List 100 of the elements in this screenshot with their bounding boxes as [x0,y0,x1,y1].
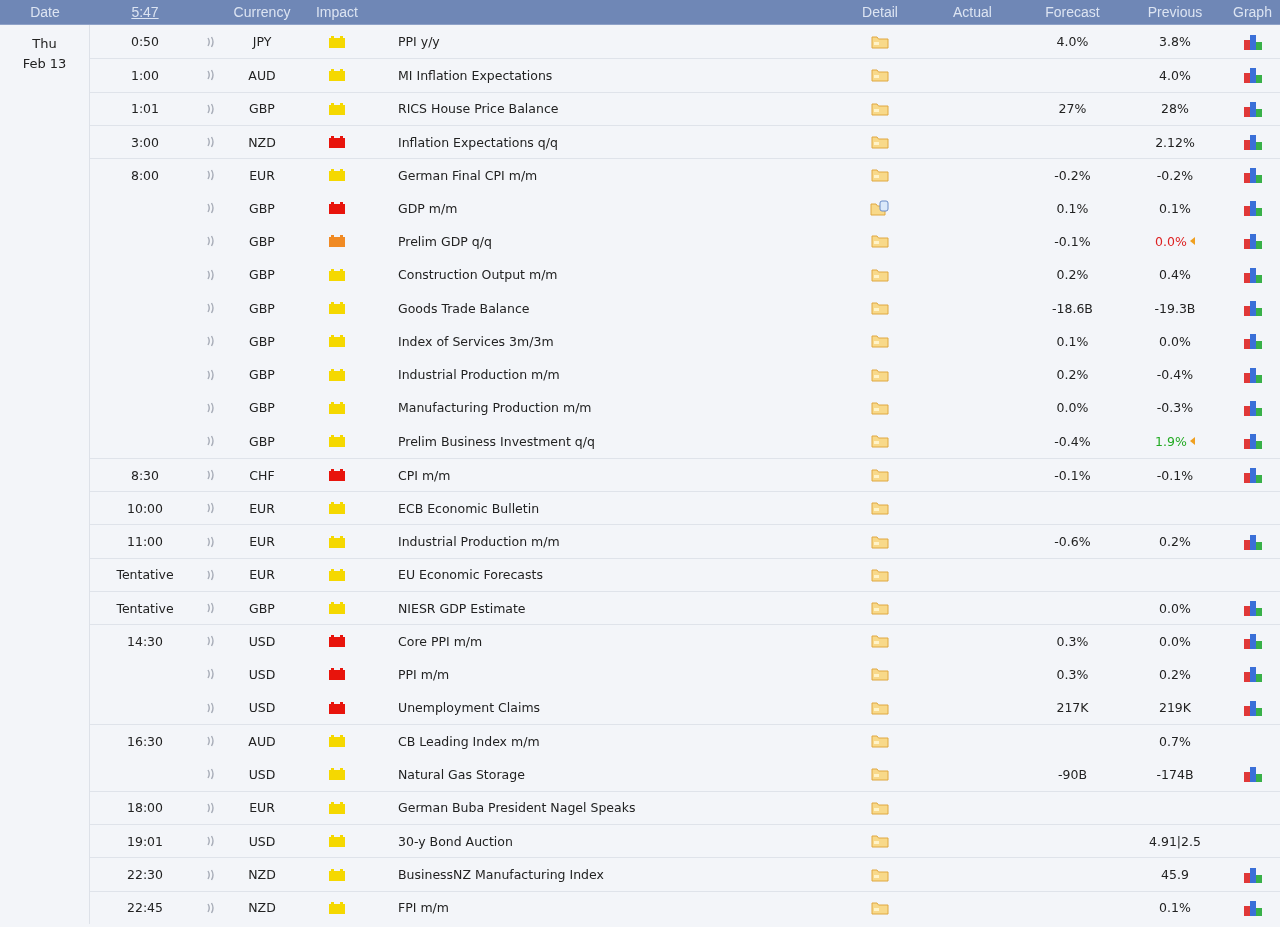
bar-chart-icon[interactable] [1242,633,1263,650]
bar-chart-icon[interactable] [1242,866,1263,883]
sound-icon[interactable] [207,568,215,581]
sound-icon[interactable] [207,602,215,615]
folder-icon[interactable] [871,135,889,150]
event-name[interactable]: 30-y Bond Auction [398,833,513,849]
folder-icon[interactable] [871,567,889,582]
sound-icon[interactable] [207,901,215,914]
bar-chart-icon[interactable] [1242,233,1263,250]
sound-icon[interactable] [207,701,215,714]
event-name[interactable]: CB Leading Index m/m [398,733,540,749]
folder-icon[interactable] [871,34,889,49]
bar-chart-icon[interactable] [1242,366,1263,383]
sound-icon[interactable] [207,735,215,748]
event-name[interactable]: Construction Output m/m [398,267,558,283]
event-name[interactable]: German Buba President Nagel Speaks [398,800,636,816]
event-name[interactable]: Prelim Business Investment q/q [398,433,595,449]
event-name[interactable]: PPI m/m [398,666,450,682]
bar-chart-icon[interactable] [1242,134,1263,151]
bar-chart-icon[interactable] [1242,100,1263,117]
folder-icon[interactable] [871,734,889,749]
folder-icon[interactable] [871,334,889,349]
bar-chart-icon[interactable] [1242,533,1263,550]
sound-icon[interactable] [207,535,215,548]
folder-icon[interactable] [871,634,889,649]
sound-icon[interactable] [207,801,215,814]
bar-chart-icon[interactable] [1242,600,1263,617]
sound-icon[interactable] [207,435,215,448]
sound-icon[interactable] [207,768,215,781]
bar-chart-icon[interactable] [1242,766,1263,783]
event-name[interactable]: BusinessNZ Manufacturing Index [398,867,604,883]
bar-chart-icon[interactable] [1242,699,1263,716]
event-name[interactable]: Natural Gas Storage [398,766,525,782]
bar-chart-icon[interactable] [1242,33,1263,50]
folder-icon[interactable] [871,168,889,183]
revision-arrow-icon[interactable] [1189,237,1195,246]
folder-icon[interactable] [871,400,889,415]
bar-chart-icon[interactable] [1242,266,1263,283]
event-name[interactable]: FPI m/m [398,900,449,916]
folder-icon[interactable] [871,468,889,482]
sound-icon[interactable] [207,335,215,348]
event-name[interactable]: MI Inflation Expectations [398,67,553,83]
event-name[interactable]: Goods Trade Balance [398,300,530,316]
folder-icon[interactable] [871,267,889,282]
bar-chart-icon[interactable] [1242,433,1263,450]
sound-icon[interactable] [207,102,215,115]
event-name[interactable]: German Final CPI m/m [398,167,538,183]
event-name[interactable]: RICS House Price Balance [398,101,559,117]
event-name[interactable]: NIESR GDP Estimate [398,600,526,616]
bar-chart-icon[interactable] [1242,467,1263,483]
bar-chart-icon[interactable] [1242,333,1263,350]
folder-icon[interactable] [871,501,889,516]
folder-icon[interactable] [871,767,889,782]
folder-icon[interactable] [871,534,889,549]
folder-icon[interactable] [871,434,889,449]
sound-icon[interactable] [207,368,215,381]
sound-icon[interactable] [207,868,215,881]
sound-icon[interactable] [207,668,215,681]
sound-icon[interactable] [207,35,215,48]
event-name[interactable]: Index of Services 3m/3m [398,333,554,349]
sound-icon[interactable] [207,302,215,314]
bar-chart-icon[interactable] [1242,666,1263,683]
event-name[interactable]: Inflation Expectations q/q [398,134,558,150]
sound-icon[interactable] [207,169,215,182]
sound-icon[interactable] [207,835,215,848]
folder-icon[interactable] [871,234,889,249]
event-name[interactable]: Industrial Production m/m [398,534,560,550]
event-name[interactable]: CPI m/m [398,467,451,483]
event-name[interactable]: EU Economic Forecasts [398,567,543,583]
sound-icon[interactable] [207,635,215,648]
bar-chart-icon[interactable] [1242,67,1263,84]
event-name[interactable]: Industrial Production m/m [398,367,560,383]
folder-icon[interactable] [871,101,889,116]
sound-icon[interactable] [207,401,215,414]
folder-icon[interactable] [871,800,889,815]
folder-page-icon[interactable] [870,200,890,217]
event-name[interactable]: PPI y/y [398,34,440,50]
folder-icon[interactable] [871,601,889,616]
bar-chart-icon[interactable] [1242,399,1263,416]
folder-icon[interactable] [871,834,889,849]
event-name[interactable]: Core PPI m/m [398,634,483,649]
event-name[interactable]: Prelim GDP q/q [398,233,492,249]
event-name[interactable]: Manufacturing Production m/m [398,400,592,416]
sound-icon[interactable] [207,235,215,248]
folder-icon[interactable] [871,700,889,715]
sound-icon[interactable] [207,268,215,281]
sound-icon[interactable] [207,469,215,481]
sound-icon[interactable] [207,69,215,82]
bar-chart-icon[interactable] [1242,899,1263,916]
folder-icon[interactable] [871,301,889,315]
sound-icon[interactable] [207,202,215,215]
sound-icon[interactable] [207,502,215,515]
folder-icon[interactable] [871,667,889,682]
bar-chart-icon[interactable] [1242,200,1263,217]
sound-icon[interactable] [207,136,215,149]
revision-arrow-icon[interactable] [1189,437,1195,446]
bar-chart-icon[interactable] [1242,167,1263,184]
event-name[interactable]: GDP m/m [398,200,458,216]
folder-icon[interactable] [871,367,889,382]
folder-icon[interactable] [871,68,889,83]
